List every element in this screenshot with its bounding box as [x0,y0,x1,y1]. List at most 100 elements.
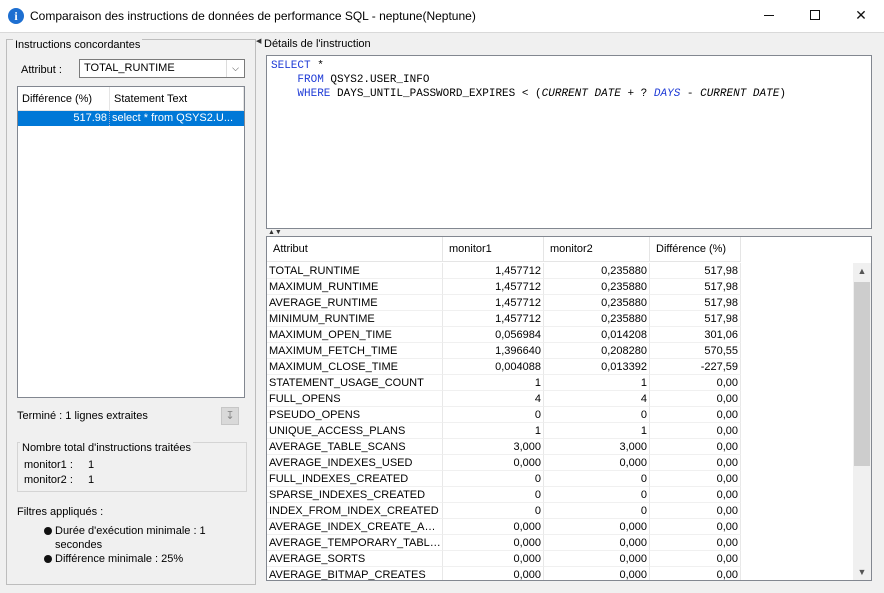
table-row[interactable]: MAXIMUM_RUNTIME 1,457712 0,235880 517,98 [267,279,741,295]
sql-keyword-from: FROM [297,74,324,86]
maximize-button[interactable] [792,0,838,30]
scroll-up-icon[interactable]: ▲ [853,263,871,280]
cell-monitor1: 1,396640 [443,343,544,359]
cell-monitor1: 0,004088 [443,359,544,375]
attribute-select-value: TOTAL_RUNTIME [84,62,175,74]
cell-monitor2: 0,208280 [544,343,650,359]
table-row[interactable]: MINIMUM_RUNTIME 1,457712 0,235880 517,98 [267,311,741,327]
scroll-thumb[interactable] [854,282,870,466]
column-header-difference[interactable]: Différence (%) [650,237,741,261]
column-header-attribute[interactable]: Attribut [267,237,443,261]
matching-statements-panel: Instructions concordantes Attribut : TOT… [6,39,256,585]
cell-attribute: FULL_OPENS [267,391,443,407]
cell-attribute: MAXIMUM_RUNTIME [267,279,443,295]
maximize-icon [810,10,820,20]
cell-monitor1: 1 [443,375,544,391]
cell-difference: 0,00 [650,439,741,455]
cell-monitor1: 0 [443,407,544,423]
cell-difference: 0,00 [650,391,741,407]
cell-monitor1: 0,056984 [443,327,544,343]
vertical-scrollbar[interactable]: ▲ ▼ [853,263,871,580]
cell-monitor2: 0,235880 [544,295,650,311]
cell-monitor2: 1 [544,423,650,439]
cell-monitor1: 0,000 [443,567,544,580]
table-row[interactable]: MAXIMUM_CLOSE_TIME 0,004088 0,013392 -227,5… [267,359,741,375]
column-header-difference[interactable]: Différence (%) [18,87,110,110]
cell-monitor2: 3,000 [544,439,650,455]
sql-condition: DAYS_UNTIL_PASSWORD_EXPIRES < ( [330,88,542,100]
cell-attribute: AVERAGE_INDEXES_USED [267,455,443,471]
cell-attribute: AVERAGE_RUNTIME [267,295,443,311]
column-header-monitor2[interactable]: monitor2 [544,237,650,261]
filter-min-difference: Différence minimale : 25% [55,553,184,565]
table-row[interactable]: UNIQUE_ACCESS_PLANS 1 1 0,00 [267,423,741,439]
table-row[interactable]: FULL_OPENS 4 4 0,00 [267,391,741,407]
attribute-select[interactable]: TOTAL_RUNTIME ⌵ [79,59,245,78]
filter-item: Différence minimale : 25% [44,552,235,566]
export-button[interactable]: ↧ [221,407,239,425]
table-row[interactable]: FULL_INDEXES_CREATED 0 0 0,00 [267,471,741,487]
statement-list[interactable]: Différence (%) Statement Text 517.98 sel… [17,86,245,398]
cell-monitor1: 1,457712 [443,279,544,295]
cell-monitor2: 4 [544,391,650,407]
cell-monitor2: 0,000 [544,519,650,535]
cell-attribute: TOTAL_RUNTIME [267,263,443,279]
table-row[interactable]: AVERAGE_BITMAP_CREATES 0,000 0,000 0,00 [267,567,741,580]
table-row[interactable]: AVERAGE_TEMPORARY_TABLES 0,000 0,000 0,00 [267,535,741,551]
sql-text-area[interactable]: SELECT * FROM QSYS2.USER_INFO WHERE DAYS… [266,55,872,229]
monitor2-label: monitor2 : [24,474,73,486]
table-row[interactable]: AVERAGE_SORTS 0,000 0,000 0,00 [267,551,741,567]
table-row[interactable]: AVERAGE_INDEX_CREATE_ADVI... 0,000 0,000 0,… [267,519,741,535]
cell-monitor1: 1,457712 [443,295,544,311]
table-row[interactable]: SPARSE_INDEXES_CREATED 0 0 0,00 [267,487,741,503]
cell-attribute: AVERAGE_BITMAP_CREATES [267,567,443,580]
cell-difference: 0,00 [650,519,741,535]
bullet-icon [44,555,52,563]
chevron-down-icon[interactable]: ⌵ [226,60,244,77]
filters-title: Filtres appliqués : [17,506,104,518]
cell-attribute: UNIQUE_ACCESS_PLANS [267,423,443,439]
download-icon: ↧ [225,410,235,422]
cell-monitor1: 0,000 [443,535,544,551]
table-row[interactable]: MAXIMUM_OPEN_TIME 0,056984 0,014208 301,06 [267,327,741,343]
cell-difference: 0,00 [650,407,741,423]
table-row[interactable]: INDEX_FROM_INDEX_CREATED 0 0 0,00 [267,503,741,519]
table-row[interactable]: PSEUDO_OPENS 0 0 0,00 [267,407,741,423]
statement-row[interactable]: 517.98 select * from QSYS2.U... [18,111,244,126]
totals-title: Nombre total d'instructions traitées [20,442,194,454]
cell-difference: 0,00 [650,375,741,391]
table-row[interactable]: MAXIMUM_FETCH_TIME 1,396640 0,208280 570,55 [267,343,741,359]
cell-difference: 517,98 [650,279,741,295]
attribute-label: Attribut : [21,64,62,76]
table-row[interactable]: AVERAGE_TABLE_SCANS 3,000 3,000 0,00 [267,439,741,455]
table-row[interactable]: AVERAGE_RUNTIME 1,457712 0,235880 517,98 [267,295,741,311]
cell-monitor1: 0 [443,503,544,519]
grid-header: Attribut monitor1 monitor2 Différence (%… [267,237,741,262]
scroll-down-icon[interactable]: ▼ [853,564,871,580]
splitter-collapse-icon[interactable]: ◀ [256,37,264,45]
close-button[interactable]: ✕ [838,0,884,30]
cell-difference: 0,00 [650,551,741,567]
cell-attribute: AVERAGE_TABLE_SCANS [267,439,443,455]
table-row[interactable]: TOTAL_RUNTIME 1,457712 0,235880 517,98 [267,263,741,279]
cell-monitor1: 3,000 [443,439,544,455]
cell-difference: 517,98 [650,263,741,279]
minimize-button[interactable] [746,0,792,30]
cell-difference: 0,00 [650,471,741,487]
cell-monitor2: 0 [544,407,650,423]
sql-current-date: CURRENT DATE [700,88,780,100]
sql-close-paren: ) [779,88,786,100]
filter-item: Durée d'exécution minimale : 1 secondes [44,524,235,552]
cell-monitor2: 0,235880 [544,279,650,295]
grid-body: TOTAL_RUNTIME 1,457712 0,235880 517,98 MAXIM… [267,263,741,580]
cell-attribute: AVERAGE_TEMPORARY_TABLES [267,535,443,551]
column-header-monitor1[interactable]: monitor1 [443,237,544,261]
close-icon: ✕ [855,6,867,23]
cell-attribute: SPARSE_INDEXES_CREATED [267,487,443,503]
table-row[interactable]: STATEMENT_USAGE_COUNT 1 1 0,00 [267,375,741,391]
statement-diff: 517.98 [18,111,110,126]
column-header-statement-text[interactable]: Statement Text [110,87,244,110]
cell-difference: 0,00 [650,487,741,503]
cell-attribute: STATEMENT_USAGE_COUNT [267,375,443,391]
table-row[interactable]: AVERAGE_INDEXES_USED 0,000 0,000 0,00 [267,455,741,471]
